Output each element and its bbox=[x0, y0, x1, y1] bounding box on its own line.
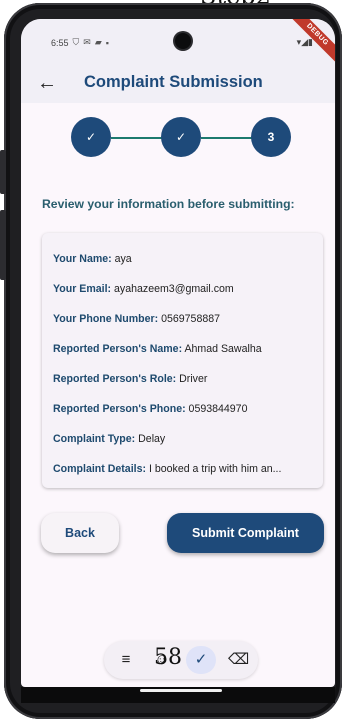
page-title: Complaint Submission bbox=[84, 73, 263, 91]
step-2-complete[interactable]: ✓ bbox=[161, 117, 201, 157]
volume-button bbox=[0, 150, 6, 194]
review-value: 0569758887 bbox=[158, 313, 221, 325]
mail-icon: ✉ bbox=[83, 37, 91, 47]
page: Step2 6:55 ⛉ ✉ ▰ ▪ ▾◢▮ DEBUG ← Complaint… bbox=[0, 0, 343, 722]
status-time: 6:55 bbox=[51, 37, 69, 48]
check-icon[interactable]: ✓ bbox=[191, 650, 211, 670]
step-connector bbox=[201, 137, 253, 139]
status-bar: 6:55 ⛉ ✉ ▰ ▪ ▾◢▮ DEBUG bbox=[21, 19, 335, 68]
review-value: I booked a trip with him an... bbox=[146, 463, 282, 475]
shield-icon: ⛉ bbox=[72, 37, 80, 47]
app-bar: ← Complaint Submission bbox=[21, 63, 335, 103]
review-label: Reported Person's Role: bbox=[53, 373, 177, 385]
signal-battery-icons: ▾◢▮ bbox=[296, 37, 313, 47]
review-heading: Review your information before submittin… bbox=[42, 197, 295, 211]
menu-icon[interactable]: ≡ bbox=[116, 650, 136, 670]
review-value: Driver bbox=[176, 373, 208, 385]
keyboard-toolbar: ≡ ☺ ✓ ⌫ 58 bbox=[104, 641, 258, 679]
square-icon: ▪ bbox=[105, 37, 109, 48]
lock-icon: ▰ bbox=[94, 37, 102, 47]
home-indicator[interactable] bbox=[140, 689, 222, 692]
review-row-reported-name: Reported Person's Name: Ahmad Sawalha bbox=[53, 343, 315, 355]
review-value: aya bbox=[111, 253, 132, 265]
phone-screen: 6:55 ⛉ ✉ ▰ ▪ ▾◢▮ DEBUG ← Complaint Submi… bbox=[21, 19, 335, 687]
review-value: ayahazeem3@gmail.com bbox=[111, 283, 234, 295]
review-label: Complaint Details: bbox=[53, 463, 147, 475]
front-camera bbox=[175, 33, 191, 49]
review-card: Your Name: aya Your Email: ayahazeem3@gm… bbox=[42, 233, 323, 488]
power-button bbox=[0, 210, 6, 280]
review-row-reported-phone: Reported Person's Phone: 0593844970 bbox=[53, 403, 315, 415]
submit-complaint-button[interactable]: Submit Complaint bbox=[167, 513, 324, 553]
review-row-complaint-details: Complaint Details: I booked a trip with … bbox=[53, 463, 315, 475]
step-1-complete[interactable]: ✓ bbox=[71, 117, 111, 157]
step-3-active[interactable]: 3 bbox=[251, 117, 291, 157]
review-row-email: Your Email: ayahazeem3@gmail.com bbox=[53, 283, 315, 295]
page-number: 58 bbox=[154, 645, 182, 670]
backspace-icon[interactable]: ⌫ bbox=[228, 650, 249, 670]
review-label: Reported Person's Name: bbox=[53, 343, 183, 355]
review-label: Your Phone Number: bbox=[53, 313, 159, 325]
stepper: ✓ ✓ 3 bbox=[21, 117, 335, 159]
review-label: Your Name: bbox=[53, 253, 112, 265]
status-time-group: 6:55 ⛉ ✉ ▰ ▪ bbox=[51, 37, 109, 48]
back-button[interactable]: Back bbox=[41, 513, 119, 553]
step-connector bbox=[111, 137, 163, 139]
review-row-reported-role: Reported Person's Role: Driver bbox=[53, 373, 315, 385]
review-row-name: Your Name: aya bbox=[53, 253, 315, 265]
review-row-phone: Your Phone Number: 0569758887 bbox=[53, 313, 315, 325]
review-value: Ahmad Sawalha bbox=[182, 343, 262, 355]
review-label: Complaint Type: bbox=[53, 433, 136, 445]
review-label: Your Email: bbox=[53, 283, 112, 295]
review-row-complaint-type: Complaint Type: Delay bbox=[53, 433, 315, 445]
review-label: Reported Person's Phone: bbox=[53, 403, 186, 415]
review-value: Delay bbox=[135, 433, 166, 445]
review-value: 0593844970 bbox=[185, 403, 248, 415]
back-arrow-icon[interactable]: ← bbox=[37, 69, 57, 97]
